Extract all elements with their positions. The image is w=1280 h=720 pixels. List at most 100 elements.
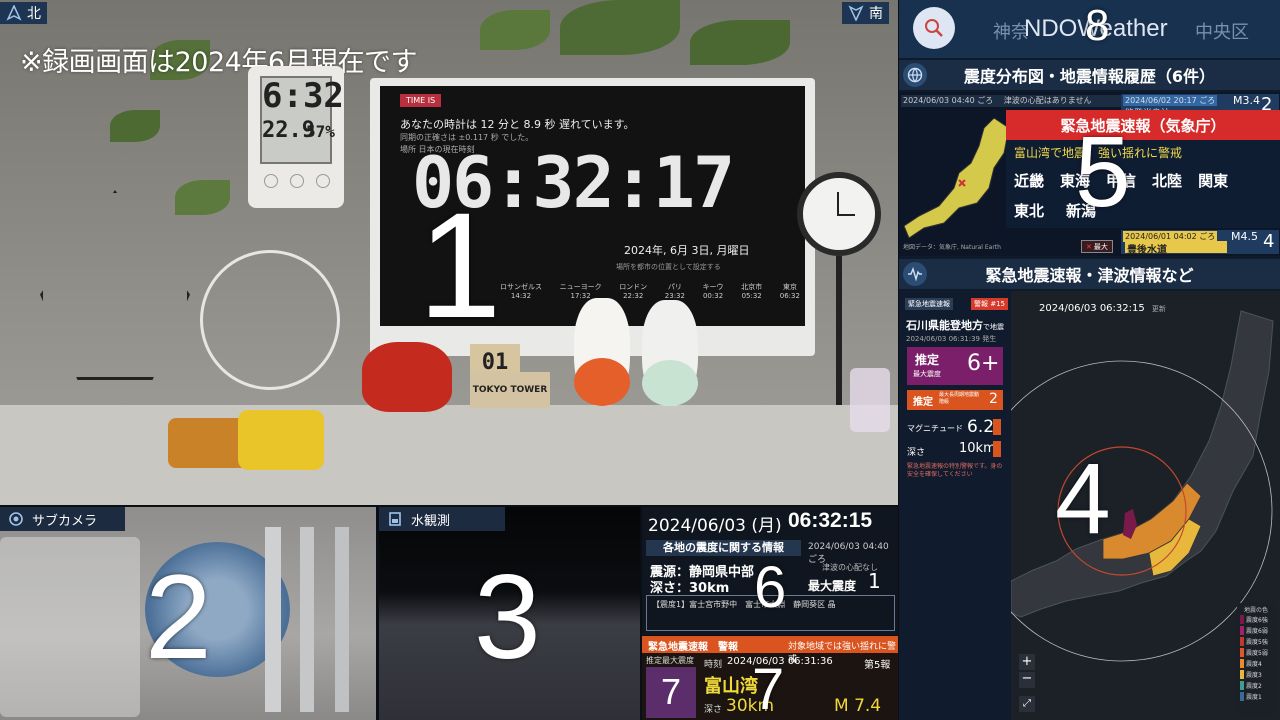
legend-swatch <box>1240 670 1244 679</box>
globe-icon <box>903 63 927 87</box>
city-name: ロンドン <box>619 283 648 291</box>
legend-item: 震度6強 <box>1237 614 1275 625</box>
history-item-1[interactable]: 2024/06/03 04:40 ごろ 津波の心配はありません <box>901 95 1121 107</box>
toy-car-pikachu <box>238 410 324 470</box>
eew-est-value: 6+ <box>967 351 1000 376</box>
history-item-3[interactable]: 2024/06/01 04:02 ごろ M4.5 4 豊後水道 <box>1121 230 1279 256</box>
legend-label: 震度5弱 <box>1246 650 1268 657</box>
eew-region: 富山湾 <box>704 676 758 697</box>
info-title: 各地の震度に関する情報 <box>646 540 801 556</box>
panel-number-4: 4 <box>1055 443 1111 555</box>
eew-card-tag: 緊急地震速報 <box>905 298 953 310</box>
panel-number-8: 8 <box>1085 1 1110 50</box>
intensity-legend: 地震の色 震度6強 震度6弱 震度5強 震度5弱 震度4 震度3 震度2 震度1 <box>1237 603 1275 715</box>
city-time-item: 北京市 05:32 <box>741 282 762 306</box>
info-depth: 深さ：30km <box>650 581 730 596</box>
city-time: 06:32 <box>779 292 800 300</box>
plant-leaf <box>690 20 790 65</box>
camera-icon <box>9 512 23 526</box>
zoom-out-button[interactable]: − <box>1019 672 1035 688</box>
eew-depth-label: 深さ <box>704 705 723 715</box>
legend-title: 地震の色 <box>1243 607 1268 614</box>
eew-long-value: 2 <box>989 391 998 407</box>
eew-long-period-box: 推定 最大長周期地震動階級 2 <box>907 390 1003 410</box>
toy-akabeko <box>362 342 452 412</box>
legend-item: 震度1 <box>1237 691 1275 702</box>
map-credit: 地図データ：気象庁, Natural Earth <box>903 244 1001 251</box>
panel-number-3: 3 <box>474 550 541 684</box>
history-header: 震度分布図・地震情報履歴（6件） <box>899 60 1280 90</box>
screen-note: 場所を都市の位置として設定する <box>616 263 721 271</box>
eew-est-sub: 最大震度 <box>913 370 941 378</box>
history-map-area[interactable]: 2024/06/03 04:40 ごろ 津波の心配はありません 2024/06/… <box>899 92 1280 256</box>
city-time-item: ロサンゼルス 14:32 <box>500 282 542 306</box>
eew-section-header: 緊急地震速報・津波情報など <box>899 259 1280 289</box>
zoom-in-button[interactable]: + <box>1019 654 1035 670</box>
eew-mag-label: マグニチュード <box>907 424 963 433</box>
legend-label: 震度3 <box>1246 672 1262 679</box>
panel-number-2: 2 <box>145 550 212 684</box>
eew-warning-panel: 緊急地震速報 警報 対象地域では強い揺れに警戒 推定最大震度 7 時刻 2024… <box>642 636 898 720</box>
direction-north-label: 北 <box>27 6 41 22</box>
region-row-1: 近畿 東海 甲信 北陸 関東 <box>1014 170 1274 191</box>
eew-special-note: 緊急地震速報の特別警報です。身の安全を確保してください <box>907 463 1003 478</box>
city-name: 東京 <box>782 283 797 291</box>
city-time: 22:32 <box>623 292 644 300</box>
water-tank-icon <box>389 512 401 526</box>
toy-miffy-mint <box>642 300 698 406</box>
sub-camera-label: サブカメラ <box>32 513 98 529</box>
legend-label: 震度1 <box>1246 694 1262 701</box>
app-subtitle-right: 中央区 <box>1195 22 1249 43</box>
legend-list: 震度6強 震度6弱 震度5強 震度5弱 震度4 震度3 震度2 震度1 <box>1237 614 1275 702</box>
direction-south-tag: 南 <box>842 2 889 24</box>
legend-label: 震度5強 <box>1246 639 1268 646</box>
info-max-value: 1 <box>868 569 881 593</box>
wind-chime-rod <box>265 527 281 712</box>
plant-leaf <box>560 0 680 55</box>
eew-intensity: 7 <box>646 667 696 718</box>
tower-block-label: TOKYO TOWER <box>470 372 550 408</box>
city-time-item: キーウ 00:32 <box>703 282 724 306</box>
eew-card-report: 警報 #15 <box>971 298 1008 310</box>
history-item3-magnitude: M4.5 <box>1231 230 1258 243</box>
recording-note: ※録画画面は2024年6月現在です <box>20 47 418 78</box>
legend-swatch <box>1240 692 1244 701</box>
panel-number-6: 6 <box>754 555 787 620</box>
city-time: 00:32 <box>702 292 724 300</box>
eew-section-title: 緊急地震速報・津波情報など <box>985 266 1194 285</box>
eew-map[interactable]: 2024/06/03 06:32:15 更新 地震の色 震度6強 震度6弱 震度5強… <box>1011 291 1280 720</box>
history-close-button[interactable]: ✕ 最大 <box>1081 240 1113 253</box>
history-item3-intensity: 4 <box>1263 231 1275 252</box>
eew-overlay-card: 緊急地震速報（気象庁） 富山湾で地震 強い揺れに警戒 近畿 東海 甲信 北陸 関東 東北… <box>1006 110 1280 228</box>
digital-clock-time: 6:32 <box>262 76 344 116</box>
legend-item: 震度4 <box>1237 658 1275 669</box>
city-time: 05:32 <box>741 292 762 300</box>
digital-clock-humidity: 57% <box>306 122 335 141</box>
screen-offset-text: あなたの時計は 12 分と 8.9 秒 遅れています。 <box>400 118 635 131</box>
wind-chime-rod <box>300 527 314 712</box>
history-item3-place: 豊後水道 <box>1125 241 1227 256</box>
legend-item: 震度5弱 <box>1237 647 1275 658</box>
main-camera-view: 北 南 ※録画画面は2024年6月現在です 6:32 22.9 57% TIME… <box>0 0 898 505</box>
legend-label: 震度6弱 <box>1246 628 1268 635</box>
region-label: 北陸 <box>1152 172 1183 190</box>
region-label: 関東 <box>1198 172 1229 190</box>
app-logo-icon[interactable] <box>913 7 955 49</box>
city-name: キーウ <box>702 283 724 291</box>
legend-item: 震度5強 <box>1237 636 1275 647</box>
toy-miffy-orange <box>574 298 630 406</box>
eew-mag-bar <box>993 419 1001 435</box>
eew-card-region-suffix: で地震 <box>983 323 1004 331</box>
eew-max-label: 推定最大震度 <box>646 656 694 665</box>
eew-time-label: 時刻 <box>704 660 723 670</box>
fullscreen-icon[interactable]: ⤢ <box>1019 696 1035 712</box>
info-max-label: 最大震度 <box>808 579 857 593</box>
city-name: ロサンゼルス <box>500 283 542 291</box>
current-date: 2024/06/03 (月) <box>648 516 782 536</box>
eew-est-label: 推定 <box>915 353 940 367</box>
eew-depth-label: 深さ <box>907 448 926 458</box>
screen-brand-badge: TIME IS <box>400 94 442 107</box>
city-times-row: ロサンゼルス 14:32 ニューヨーク 17:32 ロンドン 22:32 パリ 23:32 キー… <box>500 282 800 306</box>
plant-leaf <box>480 10 550 50</box>
eew-depth-bar <box>993 441 1001 457</box>
